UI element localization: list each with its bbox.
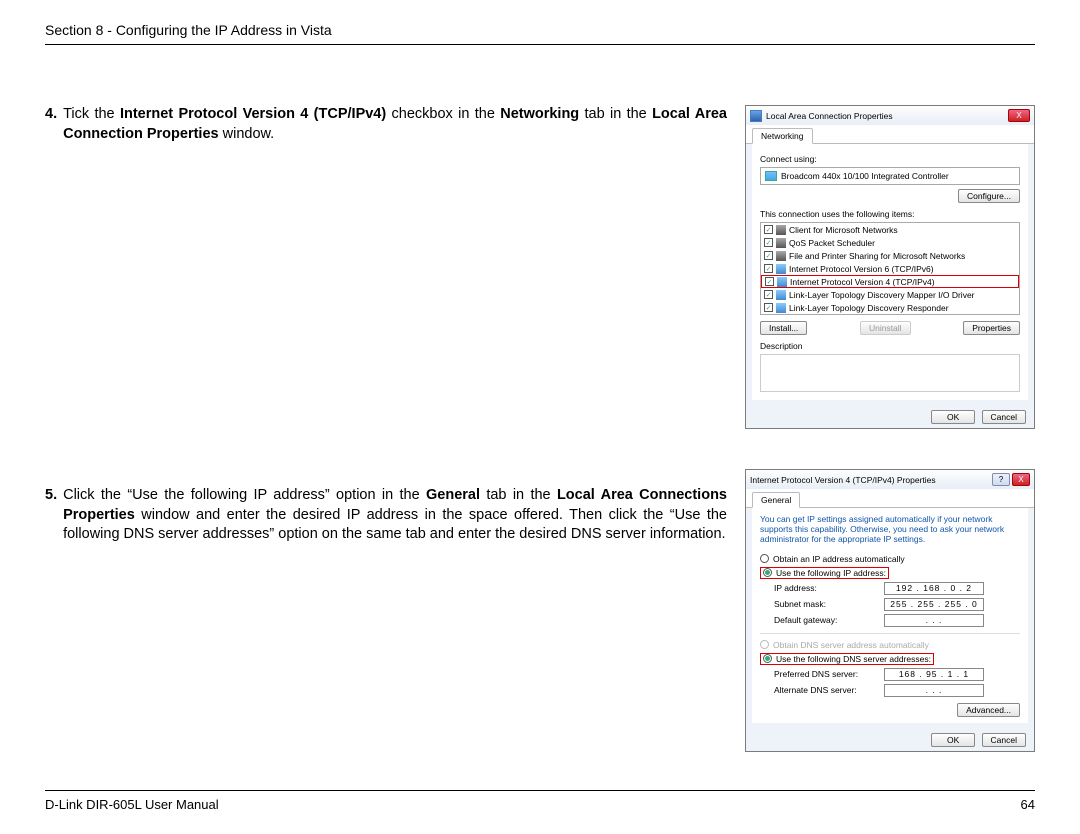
preferred-dns-input[interactable]: 168 . 95 . 1 . 1	[884, 668, 984, 681]
close-icon[interactable]: X	[1012, 473, 1030, 486]
checkbox-icon[interactable]: ✓	[764, 251, 773, 260]
checkbox-icon[interactable]: ✓	[764, 225, 773, 234]
radio-icon	[760, 640, 769, 649]
cancel-button[interactable]: Cancel	[982, 410, 1026, 424]
step-4-number: 4.	[45, 105, 57, 144]
ok-button[interactable]: OK	[931, 410, 975, 424]
uses-items-label: This connection uses the following items…	[760, 209, 1020, 219]
list-item[interactable]: ✓Internet Protocol Version 6 (TCP/IPv6)	[761, 262, 1019, 275]
description-label: Description	[760, 341, 1020, 351]
checkbox-icon[interactable]: ✓	[764, 238, 773, 247]
step-4: 4. Tick the Internet Protocol Version 4 …	[45, 105, 727, 144]
ip-address-input[interactable]: 192 . 168 . 0 . 2	[884, 582, 984, 595]
subnet-mask-input[interactable]: 255 . 255 . 255 . 0	[884, 598, 984, 611]
ok-button[interactable]: OK	[931, 733, 975, 747]
section-header: Section 8 - Configuring the IP Address i…	[45, 22, 1035, 45]
checkbox-icon[interactable]: ✓	[765, 277, 774, 286]
titlebar[interactable]: Local Area Connection Properties X	[746, 106, 1034, 125]
window-icon	[750, 110, 762, 122]
preferred-dns-label: Preferred DNS server:	[774, 669, 884, 679]
footer-left: D-Link DIR-605L User Manual	[45, 797, 219, 812]
list-item[interactable]: ✓Client for Microsoft Networks	[761, 223, 1019, 236]
protocol-icon	[777, 277, 787, 287]
local-area-connection-properties-window: Local Area Connection Properties X Netwo…	[745, 105, 1035, 429]
info-text: You can get IP settings assigned automat…	[760, 514, 1020, 545]
description-box	[760, 354, 1020, 392]
subnet-mask-label: Subnet mask:	[774, 599, 884, 609]
step-4-text: Tick the Internet Protocol Version 4 (TC…	[63, 105, 727, 144]
list-item[interactable]: ✓Link-Layer Topology Discovery Mapper I/…	[761, 288, 1019, 301]
nic-icon	[765, 171, 777, 181]
client-icon	[776, 225, 786, 235]
uninstall-button: Uninstall	[860, 321, 911, 335]
step-5-number: 5.	[45, 486, 57, 545]
close-icon[interactable]: X	[1008, 109, 1030, 122]
window-title: Local Area Connection Properties	[766, 111, 1008, 121]
window-title: Internet Protocol Version 4 (TCP/IPv4) P…	[750, 475, 992, 485]
ip-address-label: IP address:	[774, 583, 884, 593]
tab-networking[interactable]: Networking	[752, 128, 813, 144]
items-list[interactable]: ✓Client for Microsoft Networks ✓QoS Pack…	[760, 222, 1020, 315]
checkbox-icon[interactable]: ✓	[764, 290, 773, 299]
list-item[interactable]: ✓QoS Packet Scheduler	[761, 236, 1019, 249]
list-item-ipv4[interactable]: ✓Internet Protocol Version 4 (TCP/IPv4)	[761, 275, 1019, 288]
default-gateway-input[interactable]: . . .	[884, 614, 984, 627]
list-item[interactable]: ✓Link-Layer Topology Discovery Responder	[761, 301, 1019, 314]
default-gateway-label: Default gateway:	[774, 615, 884, 625]
share-icon	[776, 251, 786, 261]
install-button[interactable]: Install...	[760, 321, 807, 335]
titlebar[interactable]: Internet Protocol Version 4 (TCP/IPv4) P…	[746, 470, 1034, 489]
tab-general[interactable]: General	[752, 492, 800, 508]
protocol-icon	[776, 264, 786, 274]
properties-button[interactable]: Properties	[963, 321, 1020, 335]
step-5-text: Click the “Use the following IP address”…	[63, 486, 727, 545]
configure-button[interactable]: Configure...	[958, 189, 1020, 203]
radio-icon[interactable]	[763, 654, 772, 663]
checkbox-icon[interactable]: ✓	[764, 303, 773, 312]
radio-use-following-ip[interactable]: Use the following IP address:	[760, 567, 889, 579]
protocol-icon	[776, 303, 786, 313]
page-number: 64	[1021, 797, 1035, 812]
ipv4-properties-window: Internet Protocol Version 4 (TCP/IPv4) P…	[745, 469, 1035, 752]
adapter-field[interactable]: Broadcom 440x 10/100 Integrated Controll…	[760, 167, 1020, 185]
alternate-dns-input[interactable]: . . .	[884, 684, 984, 697]
help-icon[interactable]: ?	[992, 473, 1010, 486]
radio-icon[interactable]	[763, 568, 772, 577]
radio-obtain-dns-auto: Obtain DNS server address automatically	[760, 640, 1020, 650]
cancel-button[interactable]: Cancel	[982, 733, 1026, 747]
radio-use-following-dns[interactable]: Use the following DNS server addresses:	[760, 653, 934, 665]
advanced-button[interactable]: Advanced...	[957, 703, 1020, 717]
qos-icon	[776, 238, 786, 248]
radio-obtain-ip-auto[interactable]: Obtain an IP address automatically	[760, 554, 1020, 564]
radio-icon[interactable]	[760, 554, 769, 563]
protocol-icon	[776, 290, 786, 300]
list-item[interactable]: ✓File and Printer Sharing for Microsoft …	[761, 249, 1019, 262]
checkbox-icon[interactable]: ✓	[764, 264, 773, 273]
connect-using-label: Connect using:	[760, 154, 1020, 164]
step-5: 5. Click the “Use the following IP addre…	[45, 486, 727, 545]
adapter-name: Broadcom 440x 10/100 Integrated Controll…	[781, 171, 949, 181]
alternate-dns-label: Alternate DNS server:	[774, 685, 884, 695]
